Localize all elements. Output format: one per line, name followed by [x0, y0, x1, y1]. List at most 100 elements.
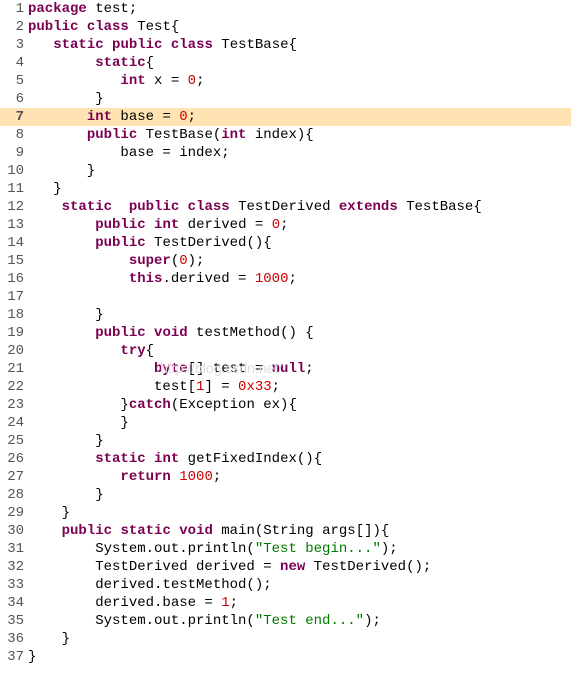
code-line: 31 System.out.println("Test begin..."); [0, 540, 571, 558]
line-content: public class Test{ [28, 18, 571, 36]
code-line: 10 } [0, 162, 571, 180]
code-line: 21 byte[] test = null; [0, 360, 571, 378]
line-number: 36 [0, 630, 28, 648]
line-content: return 1000; [28, 468, 571, 486]
line-number: 34 [0, 594, 28, 612]
code-line: 29 } [0, 504, 571, 522]
code-editor: 1package test;2public class Test{3 stati… [0, 0, 571, 666]
code-line: 32 TestDerived derived = new TestDerived… [0, 558, 571, 576]
line-number: 16 [0, 270, 28, 288]
line-number: 29 [0, 504, 28, 522]
code-line: 18 } [0, 306, 571, 324]
line-number: 37 [0, 648, 28, 666]
line-content: static public class TestBase{ [28, 36, 571, 54]
code-line: 20 try{ [0, 342, 571, 360]
line-number: 10 [0, 162, 28, 180]
code-line: 24 } [0, 414, 571, 432]
line-content: } [28, 648, 571, 666]
code-line: 27 return 1000; [0, 468, 571, 486]
line-content: }catch(Exception ex){ [28, 396, 571, 414]
code-line: 30 public static void main(String args[]… [0, 522, 571, 540]
line-content: int x = 0; [28, 72, 571, 90]
line-content: } [28, 432, 571, 450]
line-number: 6 [0, 90, 28, 108]
line-number: 14 [0, 234, 28, 252]
line-number: 9 [0, 144, 28, 162]
line-content: derived.base = 1; [28, 594, 571, 612]
line-content: public TestBase(int index){ [28, 126, 571, 144]
line-number: 33 [0, 576, 28, 594]
line-content: try{ [28, 342, 571, 360]
line-content: } [28, 486, 571, 504]
line-content: package test; [28, 0, 571, 18]
code-line: 17 [0, 288, 571, 306]
line-number: 2 [0, 18, 28, 36]
line-number: 3 [0, 36, 28, 54]
line-content: public static void main(String args[]){ [28, 522, 571, 540]
code-line: 23 }catch(Exception ex){ [0, 396, 571, 414]
line-number: 1 [0, 0, 28, 18]
line-content: public void testMethod() { [28, 324, 571, 342]
line-content: } [28, 414, 571, 432]
code-line: 26 static int getFixedIndex(){ [0, 450, 571, 468]
line-number: 31 [0, 540, 28, 558]
line-content: public int derived = 0; [28, 216, 571, 234]
line-number: 21 [0, 360, 28, 378]
line-number: 5 [0, 72, 28, 90]
line-number: 12 [0, 198, 28, 216]
code-line: 4 static{ [0, 54, 571, 72]
code-line: 6 } [0, 90, 571, 108]
line-number: 32 [0, 558, 28, 576]
line-content: super(0); [28, 252, 571, 270]
code-line: 34 derived.base = 1; [0, 594, 571, 612]
line-content: } [28, 162, 571, 180]
code-line: 25 } [0, 432, 571, 450]
line-number: 8 [0, 126, 28, 144]
code-line: 5 int x = 0; [0, 72, 571, 90]
code-line: 15 super(0); [0, 252, 571, 270]
line-number: 15 [0, 252, 28, 270]
code-line: 16 this.derived = 1000; [0, 270, 571, 288]
line-number: 7 [0, 108, 28, 126]
code-line: 8 public TestBase(int index){ [0, 126, 571, 144]
line-number: 22 [0, 378, 28, 396]
line-number: 30 [0, 522, 28, 540]
line-content: static int getFixedIndex(){ [28, 450, 571, 468]
line-number: 20 [0, 342, 28, 360]
line-number: 35 [0, 612, 28, 630]
line-number: 13 [0, 216, 28, 234]
code-line: 12 static public class TestDerived exten… [0, 198, 571, 216]
line-number: 24 [0, 414, 28, 432]
line-content [28, 288, 571, 306]
line-content: derived.testMethod(); [28, 576, 571, 594]
line-number: 25 [0, 432, 28, 450]
line-content: TestDerived derived = new TestDerived(); [28, 558, 571, 576]
line-content: this.derived = 1000; [28, 270, 571, 288]
code-line: 9 base = index; [0, 144, 571, 162]
line-number: 19 [0, 324, 28, 342]
line-content: System.out.println("Test begin..."); [28, 540, 571, 558]
code-line: 19 public void testMethod() { [0, 324, 571, 342]
line-number: 26 [0, 450, 28, 468]
code-line: 11 } [0, 180, 571, 198]
line-content: static{ [28, 54, 571, 72]
code-line: 33 derived.testMethod(); [0, 576, 571, 594]
line-content: byte[] test = null; [28, 360, 571, 378]
line-number: 23 [0, 396, 28, 414]
line-content: static public class TestDerived extends … [28, 198, 571, 216]
line-number: 17 [0, 288, 28, 306]
line-number: 4 [0, 54, 28, 72]
line-content: } [28, 180, 571, 198]
line-content: } [28, 90, 571, 108]
code-line: 3 static public class TestBase{ [0, 36, 571, 54]
code-line: 14 public TestDerived(){ [0, 234, 571, 252]
line-content: } [28, 306, 571, 324]
code-line: 37} [0, 648, 571, 666]
code-line: 1package test; [0, 0, 571, 18]
line-number: 28 [0, 486, 28, 504]
line-number: 27 [0, 468, 28, 486]
code-line: 36 } [0, 630, 571, 648]
line-number: 11 [0, 180, 28, 198]
code-line: 2public class Test{ [0, 18, 571, 36]
code-line: 13 public int derived = 0; [0, 216, 571, 234]
